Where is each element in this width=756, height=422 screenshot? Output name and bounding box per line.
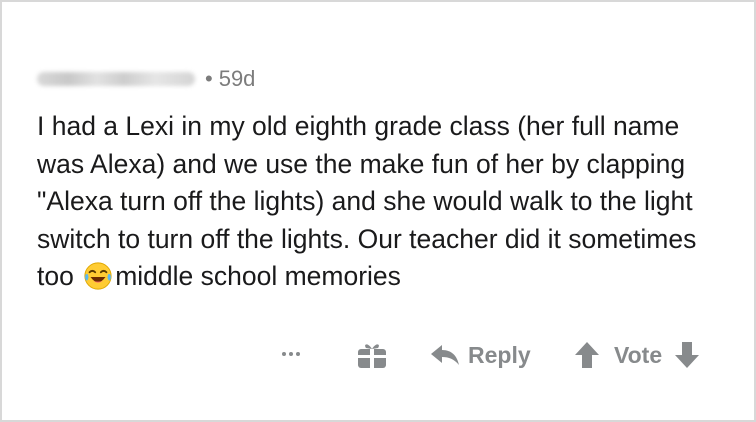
comment-age[interactable]: 59d	[219, 66, 256, 92]
downvote-arrow-icon[interactable]	[674, 341, 700, 369]
reply-button[interactable]: Reply	[430, 338, 531, 372]
vote-controls: Vote	[574, 338, 700, 372]
comment-actions: Reply Vote	[272, 332, 732, 376]
meta-separator: •	[205, 66, 213, 91]
vote-label: Vote	[614, 341, 663, 368]
redacted-username[interactable]	[37, 72, 195, 86]
comment-card: • 59d I had a Lexi in my old eighth grad…	[0, 0, 756, 422]
comment-meta: • 59d	[37, 64, 255, 94]
ellipsis-dot	[296, 352, 300, 356]
give-award-button[interactable]	[356, 340, 388, 370]
laughing-with-tears-emoji-icon	[84, 262, 112, 290]
more-options-button[interactable]	[277, 342, 305, 366]
upvote-arrow-icon[interactable]	[574, 341, 600, 369]
ellipsis-dot	[289, 352, 293, 356]
comment-body: I had a Lexi in my old eighth grade clas…	[37, 108, 727, 296]
comment-text-part-2: middle school memories	[115, 261, 401, 291]
reply-label: Reply	[468, 341, 531, 368]
ellipsis-icon	[282, 352, 286, 356]
reply-arrow-icon	[431, 345, 459, 365]
gift-icon	[358, 344, 386, 368]
